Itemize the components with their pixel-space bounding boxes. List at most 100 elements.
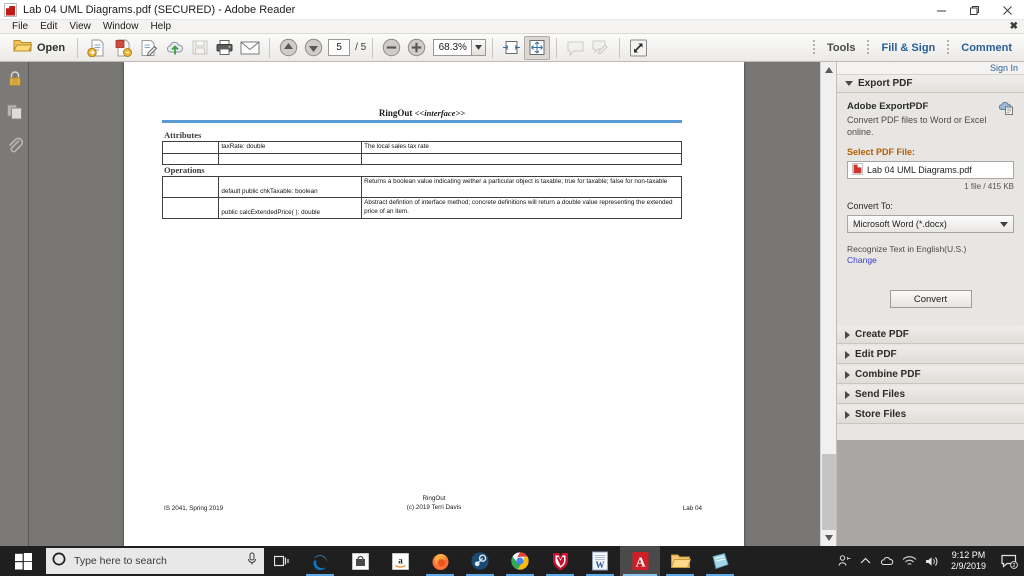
panel-header-send-files[interactable]: Send Files [837, 386, 1024, 405]
clock-date: 2/9/2019 [950, 561, 986, 571]
chevron-right-icon [845, 330, 850, 339]
toolbar-separator [269, 37, 271, 58]
onedrive-icon[interactable] [877, 546, 899, 576]
zoom-dropdown-icon[interactable] [471, 39, 487, 56]
adobe-reader-window: Lab 04 UML Diagrams.pdf (SECURED) - Adob… [0, 0, 1024, 576]
restore-button[interactable] [958, 0, 991, 20]
microphone-icon[interactable] [246, 552, 258, 571]
svg-text:W: W [596, 560, 605, 570]
export-cloud-icon [998, 101, 1014, 118]
selected-file-name: Lab 04 UML Diagrams.pdf [867, 165, 972, 176]
export-pdf-icon[interactable] [110, 36, 136, 60]
panel-header-create-pdf[interactable]: Create PDF [837, 326, 1024, 345]
export-description: Convert PDF files to Word or Excel onlin… [847, 115, 987, 138]
chrome-icon[interactable] [500, 546, 540, 576]
panel-header-export-pdf[interactable]: Export PDF [837, 75, 1024, 93]
panel-header-label: Send Files [855, 389, 906, 401]
convert-to-select[interactable]: Microsoft Word (*.docx) [847, 215, 1014, 234]
zoom-in-icon[interactable] [404, 36, 429, 60]
panel-header-store-files[interactable]: Store Files [837, 406, 1024, 425]
tools-button[interactable]: Tools [815, 34, 868, 62]
menu-edit[interactable]: Edit [34, 20, 63, 34]
scroll-down-icon[interactable] [821, 530, 837, 546]
document-viewport[interactable]: RingOut <<interface>> Attributes taxRate… [29, 62, 836, 546]
zoom-out-icon[interactable] [379, 36, 404, 60]
volume-icon[interactable] [921, 546, 943, 576]
minimize-button[interactable] [925, 0, 958, 20]
svg-text:a: a [398, 555, 403, 565]
panel-header-label: Edit PDF [855, 349, 897, 361]
clock[interactable]: 9:12 PM 2/9/2019 [943, 546, 994, 576]
footer-center-line1: RingOut [422, 495, 446, 502]
selected-pdf-file[interactable]: Lab 04 UML Diagrams.pdf [847, 161, 1014, 180]
save-icon [188, 36, 212, 60]
window-title: Lab 04 UML Diagrams.pdf (SECURED) - Adob… [23, 3, 296, 16]
panel-empty-area [837, 440, 1024, 546]
table-row: public calcExtendedPrice( ): double Abst… [161, 197, 682, 219]
steam-icon[interactable] [460, 546, 500, 576]
table-row: taxRate: double The local sales tax rate [161, 141, 682, 154]
convert-to-value: Microsoft Word (*.docx) [853, 219, 947, 230]
open-button[interactable]: Open [7, 36, 71, 60]
page-thumbnails-icon[interactable] [0, 95, 29, 128]
menu-view[interactable]: View [63, 20, 97, 34]
footer-right: Lab 04 [682, 505, 702, 512]
chevron-down-icon [1000, 219, 1008, 229]
fit-width-icon[interactable] [499, 36, 524, 60]
edit-pdf-icon[interactable] [136, 36, 162, 60]
security-lock-icon[interactable] [0, 62, 29, 95]
panel-header-combine-pdf[interactable]: Combine PDF [837, 366, 1024, 385]
create-pdf-icon[interactable] [84, 36, 110, 60]
adobe-reader-icon[interactable]: A [620, 546, 660, 576]
scroll-up-icon[interactable] [821, 62, 837, 78]
email-icon[interactable] [237, 36, 263, 60]
menu-file[interactable]: File [6, 20, 34, 34]
previous-page-icon[interactable] [276, 36, 301, 60]
toolbar-separator [492, 37, 494, 58]
scrollbar-thumb[interactable] [822, 454, 836, 542]
zoom-level-input[interactable]: 68.3% [433, 39, 472, 56]
menu-bar: File Edit View Window Help ✖ [0, 20, 1024, 34]
attachments-paperclip-icon[interactable] [0, 128, 29, 161]
comment-button[interactable]: Comment [949, 34, 1024, 62]
next-page-icon[interactable] [301, 36, 326, 60]
windows-start-icon[interactable] [0, 546, 46, 576]
notifications-count: 2 [1012, 563, 1015, 569]
fit-page-icon[interactable] [524, 35, 551, 60]
sticky-note-icon [563, 36, 588, 60]
page-number-input[interactable]: 5 [328, 39, 351, 56]
fullscreen-icon[interactable] [626, 36, 651, 60]
firefox-icon[interactable] [420, 546, 460, 576]
print-icon[interactable] [212, 36, 237, 60]
menu-window[interactable]: Window [97, 20, 145, 34]
people-icon[interactable] [833, 546, 855, 576]
search-input[interactable]: Type here to search [46, 548, 264, 574]
close-button[interactable] [991, 0, 1024, 20]
convert-button[interactable]: Convert [889, 290, 972, 309]
network-wifi-icon[interactable] [899, 546, 921, 576]
menu-help[interactable]: Help [144, 20, 177, 34]
store-cloud-icon[interactable] [162, 36, 188, 60]
chevron-right-icon [845, 350, 850, 359]
svg-text:A: A [635, 556, 646, 571]
show-hidden-icons-chevron[interactable] [855, 546, 877, 576]
mcafee-icon[interactable] [540, 546, 580, 576]
action-center-icon[interactable]: 2 [994, 546, 1024, 576]
amazon-icon[interactable]: a [380, 546, 420, 576]
chevron-right-icon [845, 370, 850, 379]
window-controls [925, 0, 1024, 20]
fill-and-sign-button[interactable]: Fill & Sign [869, 34, 947, 62]
op-visibility-cell [161, 176, 220, 198]
file-explorer-icon[interactable] [660, 546, 700, 576]
task-view-icon[interactable] [264, 546, 300, 576]
document-scrollbar[interactable] [820, 62, 837, 546]
sign-in-link[interactable]: Sign In [990, 63, 1018, 73]
word-icon[interactable]: W [580, 546, 620, 576]
panel-header-edit-pdf[interactable]: Edit PDF [837, 346, 1024, 365]
microsoft-store-icon[interactable] [340, 546, 380, 576]
pdf-page: RingOut <<interface>> Attributes taxRate… [124, 62, 744, 546]
change-language-link[interactable]: Change [847, 255, 1014, 265]
close-document-icon[interactable]: ✖ [1010, 21, 1018, 33]
sticky-notes-icon[interactable] [700, 546, 740, 576]
edge-icon[interactable] [300, 546, 340, 576]
